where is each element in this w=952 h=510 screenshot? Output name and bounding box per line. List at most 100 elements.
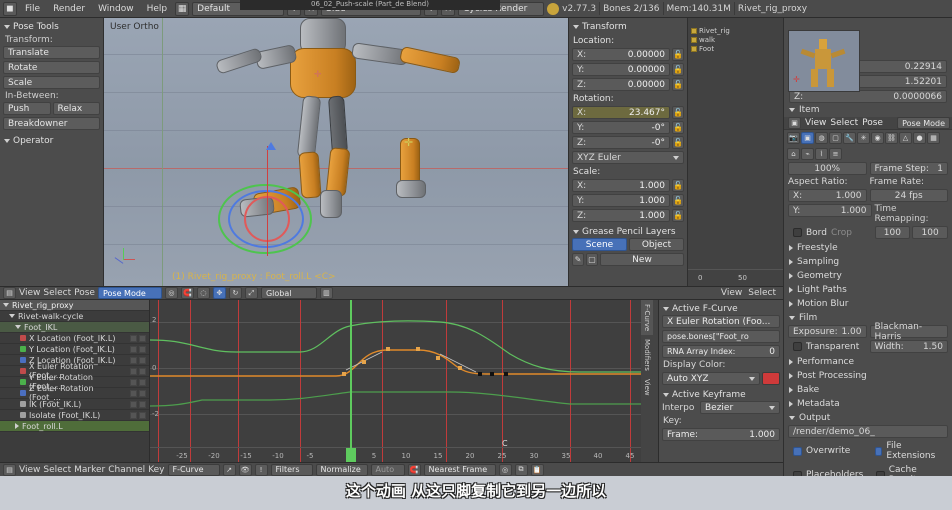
outliner-row[interactable]: Rivet_rig bbox=[688, 26, 783, 35]
operator-panel-header[interactable]: Operator bbox=[3, 134, 100, 147]
graph-select-menu[interactable]: Select bbox=[43, 288, 71, 298]
output-path-field[interactable]: /render/demo_06_ bbox=[788, 425, 948, 438]
location-x-field[interactable]: X: 0.00000 bbox=[572, 48, 670, 61]
tab-modifiers[interactable]: Modifiers bbox=[641, 335, 653, 375]
3d-viewport[interactable]: ✛ ✛ User Ortho (1) Rivet_rig_proxy : Foo… bbox=[104, 18, 568, 286]
section-freestyle[interactable]: Freestyle bbox=[784, 241, 952, 255]
rotation-z-field[interactable]: Z: -0° bbox=[572, 136, 670, 149]
lock-icon[interactable] bbox=[139, 367, 146, 375]
material-tab-icon[interactable]: ● bbox=[913, 132, 926, 144]
particles-tab-icon[interactable]: ✳ bbox=[857, 132, 870, 144]
section-geometry[interactable]: Geometry bbox=[784, 269, 952, 283]
visibility-icon[interactable] bbox=[130, 378, 137, 386]
exposure-field[interactable]: Exposure: 1.00 bbox=[788, 325, 867, 338]
transparent-toggle[interactable]: Transparent bbox=[788, 340, 867, 353]
pose-mode-select[interactable]: Pose Mode bbox=[97, 287, 162, 299]
editor-type-icon[interactable]: ▤ bbox=[3, 463, 16, 476]
lock-icon[interactable] bbox=[139, 334, 146, 342]
interpolation-select[interactable]: Bezier bbox=[700, 401, 780, 414]
lock-icon[interactable] bbox=[139, 411, 146, 419]
resolution-percent-field[interactable]: 100% bbox=[788, 162, 867, 175]
menu-window[interactable]: Window bbox=[93, 1, 139, 17]
screen-layout-icon[interactable]: ▦ bbox=[175, 1, 190, 16]
footer-view-menu[interactable]: View bbox=[19, 465, 40, 475]
scale-y-field[interactable]: Y: 1.000 bbox=[572, 194, 670, 207]
outliner-strip[interactable]: Rivet_rig walk Foot 0 50 bbox=[687, 18, 783, 286]
lock-icon[interactable] bbox=[139, 400, 146, 408]
channel-group-row[interactable]: Foot_IKL bbox=[0, 322, 149, 333]
pencil-icon[interactable]: ✎ bbox=[572, 253, 584, 266]
channel-row[interactable]: Z Euler Rotation (Foot_... bbox=[0, 384, 149, 402]
scale-x-field[interactable]: X: 1.000 bbox=[572, 179, 670, 192]
menu-render[interactable]: Render bbox=[48, 1, 90, 17]
view-menu[interactable]: View bbox=[805, 118, 826, 128]
channel-list[interactable]: Rivet_rig_proxy Rivet-walk-cycle Foot_IK… bbox=[0, 300, 150, 462]
magnet-icon[interactable]: 🧲 bbox=[407, 463, 421, 476]
scene-tab-icon[interactable]: ▣ bbox=[801, 132, 814, 144]
snap-mode-select[interactable]: Nearest Frame bbox=[423, 463, 496, 476]
scale-z-field[interactable]: Z: 1.000 bbox=[572, 209, 670, 222]
location-y-field[interactable]: Y: 0.00000 bbox=[572, 63, 670, 76]
lock-location-x-icon[interactable]: 🔓 bbox=[672, 48, 684, 61]
overwrite-toggle[interactable]: Overwrite bbox=[788, 440, 867, 462]
section-light-paths[interactable]: Light Paths bbox=[784, 283, 952, 297]
lock-icon[interactable] bbox=[139, 378, 146, 386]
tab-object[interactable]: Object bbox=[629, 238, 684, 251]
snap-icon[interactable]: 🧲 bbox=[180, 287, 194, 299]
channel-object-row[interactable]: Rivet_rig_proxy bbox=[0, 300, 149, 311]
bone-tab-icon[interactable]: ⌁ bbox=[801, 148, 814, 160]
manipulator-icon[interactable]: ✥ bbox=[212, 287, 226, 299]
frame-step-field[interactable]: Frame Step: 1 bbox=[869, 162, 948, 175]
lock-icon[interactable] bbox=[139, 356, 146, 364]
data-tab-icon[interactable]: △ bbox=[899, 132, 912, 144]
menu-help[interactable]: Help bbox=[142, 1, 173, 17]
grease-pencil-header[interactable]: Grease Pencil Layers bbox=[572, 225, 684, 238]
lock-rotation-z-icon[interactable]: 🔓 bbox=[672, 136, 684, 149]
menu-file[interactable]: File bbox=[20, 1, 45, 17]
section-metadata[interactable]: Metadata bbox=[784, 397, 952, 411]
visibility-icon[interactable] bbox=[130, 400, 137, 408]
eraser-icon[interactable]: ▢ bbox=[586, 253, 598, 266]
channel-row[interactable]: X Location (Foot_IK.L) bbox=[0, 333, 149, 344]
fcurve-orange-selected[interactable] bbox=[150, 300, 658, 462]
visibility-icon[interactable] bbox=[130, 356, 137, 364]
transform-panel-header[interactable]: Transform bbox=[572, 20, 684, 33]
outliner-row[interactable]: Foot bbox=[688, 44, 783, 53]
texture-tab-icon[interactable]: ▦ bbox=[927, 132, 940, 144]
tab-view[interactable]: View bbox=[641, 375, 653, 400]
tab-scene[interactable]: Scene bbox=[572, 238, 627, 251]
pivot-icon[interactable]: ◎ bbox=[164, 287, 178, 299]
graph-view-menu[interactable]: View bbox=[19, 288, 40, 298]
display-color-select[interactable]: Auto XYZ bbox=[662, 372, 760, 385]
channel-row[interactable]: Y Location (Foot_IK.L) bbox=[0, 344, 149, 355]
mode-select[interactable]: Pose Mode bbox=[897, 117, 950, 129]
frame-rate-select[interactable]: 24 fps bbox=[869, 189, 948, 202]
border-checkbox[interactable] bbox=[793, 228, 802, 237]
relax-button[interactable]: Relax bbox=[52, 102, 100, 115]
manipulator-scale-icon[interactable]: ⤢ bbox=[244, 287, 258, 299]
editor-type-icon[interactable]: ▤ bbox=[3, 287, 16, 299]
only-selected-icon[interactable]: ↗ bbox=[222, 463, 236, 476]
file-extensions-checkbox[interactable] bbox=[874, 446, 883, 456]
graph-view-menu-right[interactable]: View bbox=[721, 288, 742, 298]
channel-action-row[interactable]: Rivet-walk-cycle bbox=[0, 311, 149, 322]
bone-constraint-tab-icon[interactable]: ⌇ bbox=[815, 148, 828, 160]
section-output[interactable]: Output bbox=[784, 411, 952, 425]
outliner-row[interactable]: walk bbox=[688, 35, 783, 44]
world-tab-icon[interactable]: ◍ bbox=[815, 132, 828, 144]
editor-mode-select[interactable]: F-Curve bbox=[167, 463, 220, 476]
transparent-checkbox[interactable] bbox=[793, 342, 802, 351]
fcurve-path-field[interactable]: pose.bones["Foot_ro bbox=[662, 330, 780, 343]
aspect-x-field[interactable]: X: 1.000 bbox=[788, 189, 867, 202]
copy-icon[interactable]: ⧉ bbox=[514, 463, 528, 476]
graph-pose-menu[interactable]: Pose bbox=[74, 288, 95, 298]
rotation-mode-select[interactable]: XYZ Euler bbox=[572, 151, 684, 164]
channel-selected-row[interactable]: Foot_roll.L bbox=[0, 421, 149, 432]
active-keyframe-header[interactable]: Active Keyframe bbox=[662, 388, 780, 401]
lock-rotation-x-icon[interactable]: 🔓 bbox=[672, 106, 684, 119]
breakdowner-button[interactable]: Breakdowner bbox=[3, 117, 100, 130]
item-section-header[interactable]: Item bbox=[784, 103, 952, 117]
lock-scale-z-icon[interactable]: 🔓 bbox=[672, 209, 684, 222]
remap-old-field[interactable]: 100 bbox=[874, 226, 911, 239]
manipulator-rotate-icon[interactable]: ↻ bbox=[228, 287, 242, 299]
